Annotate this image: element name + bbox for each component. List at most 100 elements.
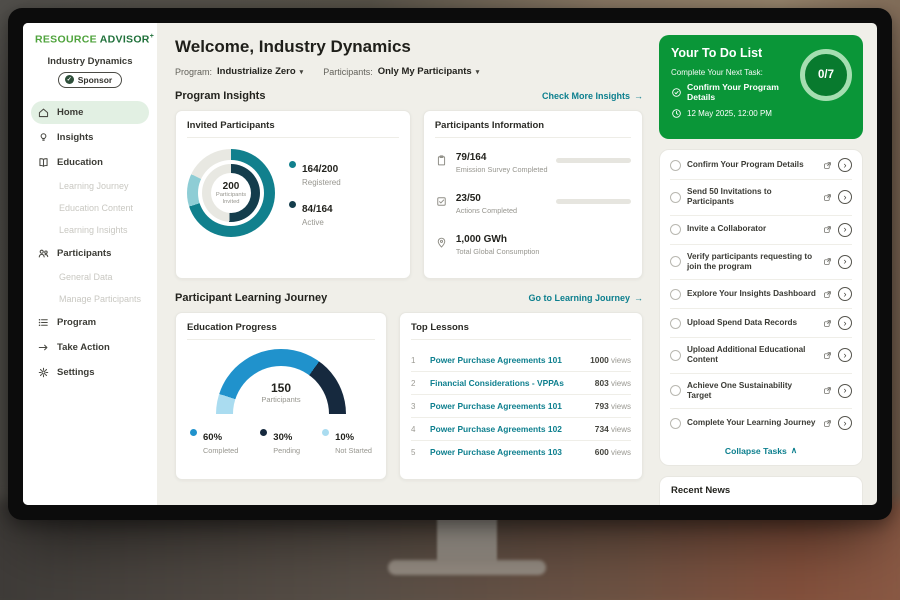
participants-filter: Participants: Only My Participants ▾: [323, 66, 479, 77]
legend-label: Completed: [203, 446, 238, 455]
lesson-views: 793: [595, 401, 609, 411]
task-open-button[interactable]: ›: [838, 416, 852, 430]
stat-row: 1,000 GWh Total Global Consumption: [435, 229, 631, 257]
task-label: Achieve One Sustainability Target: [687, 381, 817, 402]
sidebar-item-take-action[interactable]: Take Action: [31, 336, 149, 359]
task-checkbox[interactable]: [670, 418, 681, 429]
logo-plus: +: [150, 33, 154, 40]
collapse-tasks-link[interactable]: Collapse Tasks ∧: [670, 437, 852, 464]
sidebar-item-general-data[interactable]: General Data: [31, 267, 149, 287]
section-title: Participant Learning Journey: [175, 292, 327, 304]
stat-row: 23/50 Actions Completed: [435, 188, 631, 216]
task-checkbox[interactable]: [670, 350, 681, 361]
external-link-icon: [823, 257, 832, 266]
task-label: Upload Spend Data Records: [687, 318, 817, 328]
sidebar-item-learning-journey[interactable]: Learning Journey: [31, 176, 149, 196]
chevron-up-icon: ∧: [791, 445, 797, 456]
sidebar-item-label: Participants: [57, 248, 111, 259]
task-open-button[interactable]: ›: [838, 316, 852, 330]
donut-center: 200 Participants Invited: [211, 173, 251, 213]
sidebar-item-insights[interactable]: Insights: [31, 126, 149, 149]
program-insights-cards: Invited Participants 200 Participants In…: [175, 110, 643, 279]
link-label: Check More Insights: [542, 91, 630, 101]
sidebar-item-program[interactable]: Program: [31, 311, 149, 334]
task-row: Confirm Your Program Details ›: [670, 151, 852, 180]
lesson-views: 1000: [590, 355, 609, 365]
take-action-icon: [37, 341, 50, 354]
lesson-views-unit: views: [609, 448, 631, 457]
stat-row: 79/164 Emission Survey Completed: [435, 147, 631, 175]
card-title: Participants Information: [435, 120, 631, 138]
participants-filter-select[interactable]: Only My Participants ▾: [378, 66, 480, 77]
task-checkbox[interactable]: [670, 385, 681, 396]
top-lessons-card: Top Lessons 1 Power Purchase Agreements …: [399, 312, 643, 480]
lesson-link[interactable]: Power Purchase Agreements 101: [430, 401, 589, 411]
invited-donut-chart: 200 Participants Invited: [187, 149, 275, 237]
sidebar-item-learning-insights[interactable]: Learning Insights: [31, 220, 149, 240]
lesson-row: 4 Power Purchase Agreements 102 734 view…: [411, 418, 631, 441]
sidebar-item-settings[interactable]: Settings: [31, 361, 149, 384]
stat-label: Emission Survey Completed: [456, 166, 548, 175]
task-open-button[interactable]: ›: [838, 255, 852, 269]
lesson-views-unit: views: [609, 356, 631, 365]
todo-summary-card: Your To Do List Complete Your Next Task:…: [659, 35, 863, 139]
task-checkbox[interactable]: [670, 160, 681, 171]
lesson-rank: 4: [411, 425, 424, 434]
lesson-views-unit: views: [609, 402, 631, 411]
legend-dot: [289, 201, 296, 208]
sidebar-item-label: Home: [57, 107, 83, 118]
lesson-link[interactable]: Power Purchase Agreements 101: [430, 355, 584, 365]
task-open-button[interactable]: ›: [838, 190, 852, 204]
task-checkbox[interactable]: [670, 256, 681, 267]
participants-filter-value: Only My Participants: [378, 66, 472, 77]
task-checkbox[interactable]: [670, 224, 681, 235]
lesson-link[interactable]: Financial Considerations - VPPAs: [430, 378, 589, 388]
legend-dot: [289, 161, 296, 168]
invited-legend: 164/200 Registered 84/164 Active: [289, 159, 341, 227]
external-link-icon: [823, 161, 832, 170]
legend-item: 30% Pending: [260, 427, 300, 455]
task-row: Invite a Collaborator ›: [670, 216, 852, 245]
main-content: Welcome, Industry Dynamics Program: Indu…: [157, 23, 657, 505]
check-more-insights-link[interactable]: Check More Insights →: [542, 91, 643, 101]
sidebar-item-manage-participants[interactable]: Manage Participants: [31, 289, 149, 309]
stat-label: Actions Completed: [456, 207, 548, 216]
sidebar-item-education[interactable]: Education: [31, 151, 149, 174]
task-label: Upload Additional Educational Content: [687, 345, 817, 366]
lesson-rank: 5: [411, 448, 424, 457]
external-link-icon: [823, 351, 832, 360]
task-open-button[interactable]: ›: [838, 384, 852, 398]
program-filter-select[interactable]: Industrialize Zero ▾: [217, 66, 303, 77]
legend-label: Active: [302, 218, 333, 227]
checklist-icon: [435, 195, 448, 208]
lesson-link[interactable]: Power Purchase Agreements 103: [430, 447, 589, 457]
task-open-button[interactable]: ›: [838, 158, 852, 172]
insights-icon: [37, 131, 50, 144]
task-open-button[interactable]: ›: [838, 348, 852, 362]
lesson-rank: 1: [411, 356, 424, 365]
sidebar-item-participants[interactable]: Participants: [31, 242, 149, 265]
task-checkbox[interactable]: [670, 318, 681, 329]
learning-journey-header: Participant Learning Journey Go to Learn…: [175, 292, 643, 304]
go-to-learning-journey-link[interactable]: Go to Learning Journey →: [528, 293, 643, 303]
arrow-right-icon: →: [634, 91, 643, 101]
lesson-row: 3 Power Purchase Agreements 101 793 view…: [411, 395, 631, 418]
todo-due-label: 12 May 2025, 12:00 PM: [687, 109, 772, 118]
task-open-button[interactable]: ›: [838, 223, 852, 237]
task-open-button[interactable]: ›: [838, 287, 852, 301]
sidebar-item-education-content[interactable]: Education Content: [31, 198, 149, 218]
program-filter: Program: Industrialize Zero ▾: [175, 66, 303, 77]
lesson-link[interactable]: Power Purchase Agreements 102: [430, 424, 589, 434]
task-checkbox[interactable]: [670, 192, 681, 203]
legend-label: Pending: [273, 446, 300, 455]
task-label: Verify participants requesting to join t…: [687, 252, 817, 273]
todo-progress-ring: 0/7: [800, 49, 852, 101]
donut-center-value: 200: [223, 181, 240, 192]
education-icon: [37, 156, 50, 169]
program-icon: [37, 316, 50, 329]
sidebar-item-label: Education: [57, 157, 103, 168]
invited-participants-card: Invited Participants 200 Participants In…: [175, 110, 411, 279]
sidebar-item-home[interactable]: Home: [31, 101, 149, 124]
organization-name: Industry Dynamics: [23, 56, 157, 67]
task-checkbox[interactable]: [670, 289, 681, 300]
